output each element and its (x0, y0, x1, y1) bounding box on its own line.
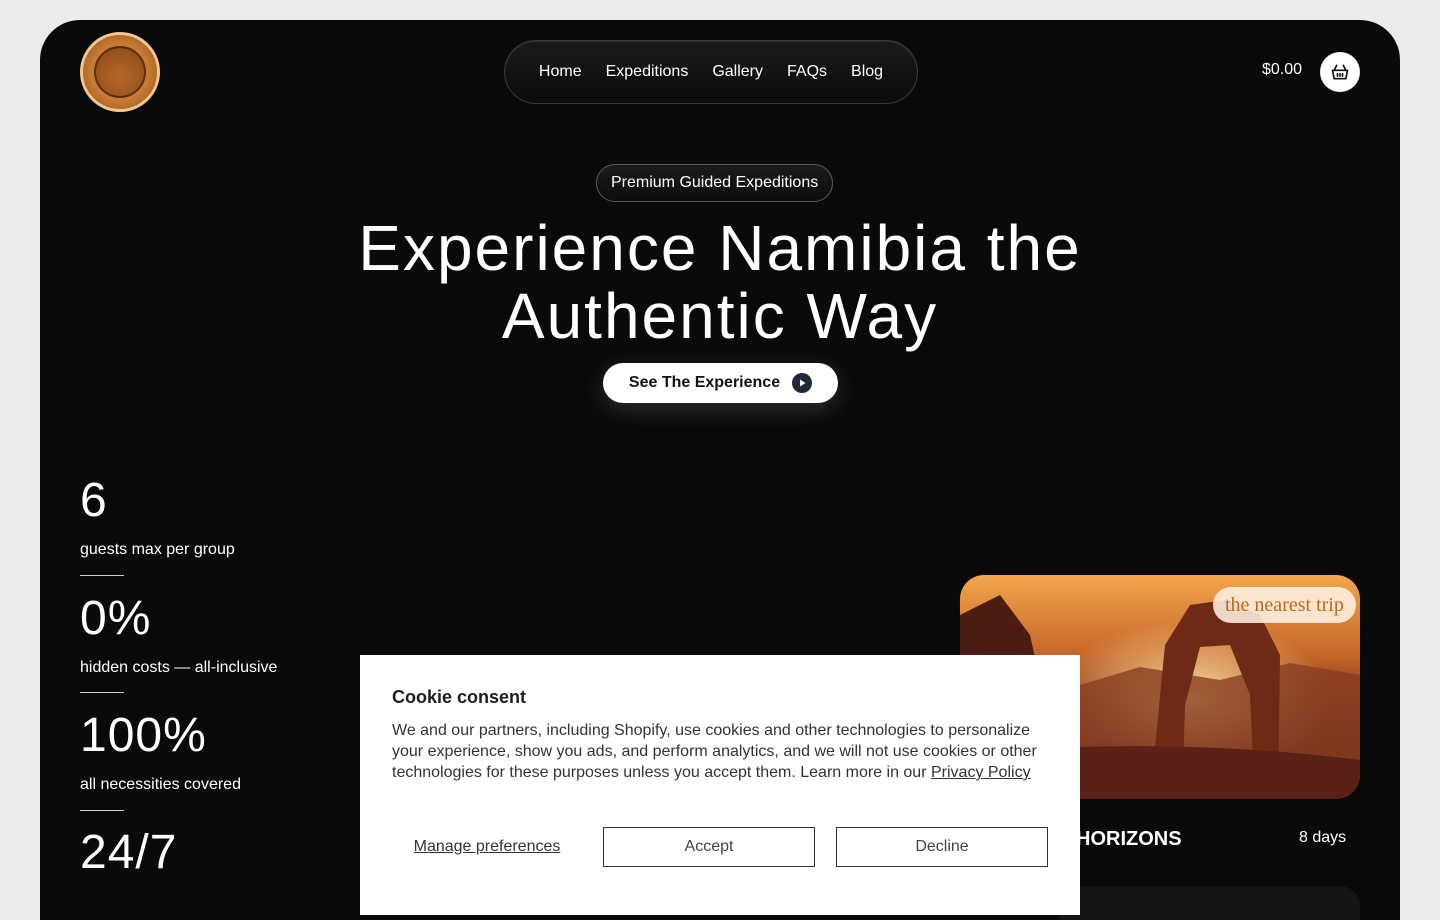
cookie-title: Cookie consent (392, 687, 527, 707)
trip-name[interactable]: HORIZONS (1076, 828, 1182, 851)
divider (80, 810, 124, 811)
privacy-policy-link[interactable]: Privacy Policy (931, 764, 1031, 781)
cart-total[interactable]: $0.00 (1262, 61, 1302, 79)
manage-preferences-button[interactable]: Manage preferences (392, 838, 582, 856)
cta-label: See The Experience (628, 374, 781, 391)
cookie-actions: Manage preferences Accept Decline (392, 827, 1048, 867)
cart-button[interactable] (1320, 52, 1360, 92)
nav-gallery[interactable]: Gallery (712, 63, 763, 81)
stat-hidden-costs: 0% hidden costs — all-inclusive (80, 593, 340, 677)
cookie-consent-dialog: Cookie consent We and our partners, incl… (360, 655, 1080, 915)
see-experience-button[interactable]: See The Experience (603, 363, 838, 403)
hero-title-line2: Authentic Way (501, 280, 939, 352)
stat-label: all necessities covered (80, 776, 241, 793)
accept-button[interactable]: Accept (603, 827, 815, 867)
basket-icon (1331, 64, 1349, 80)
nav-expeditions[interactable]: Expeditions (606, 63, 689, 81)
stat-label: hidden costs — all-inclusive (80, 659, 278, 676)
nav-blog[interactable]: Blog (851, 63, 883, 81)
trip-tag: the nearest trip (1213, 587, 1356, 623)
hero-badge: Premium Guided Expeditions (596, 164, 834, 202)
logo-emblem (94, 46, 146, 98)
nav-faqs[interactable]: FAQs (787, 63, 827, 81)
hero-title: Experience Namibia the Authentic Way (220, 214, 1220, 350)
stat-value: 24/7 (80, 826, 178, 879)
stat-value: 6 (80, 474, 108, 527)
main-nav: Home Expeditions Gallery FAQs Blog (504, 40, 918, 104)
stat-value: 0% (80, 592, 152, 645)
brand-logo[interactable] (80, 32, 160, 112)
stat-necessities: 100% all necessities covered (80, 710, 340, 794)
hero-title-line1: Experience Namibia the (358, 212, 1082, 284)
stat-label: guests max per group (80, 541, 235, 558)
decline-button[interactable]: Decline (836, 827, 1048, 867)
next-card (1060, 886, 1360, 920)
play-icon (792, 373, 813, 393)
trip-duration: 8 days (1299, 829, 1347, 846)
divider (80, 692, 124, 693)
stat-value: 100% (80, 709, 207, 762)
cookie-text: We and our partners, including Shopify, … (392, 720, 1048, 783)
divider (80, 575, 124, 576)
stat-support: 24/7 (80, 827, 340, 893)
stat-group-size: 6 guests max per group (80, 475, 340, 559)
nav-home[interactable]: Home (539, 63, 582, 81)
